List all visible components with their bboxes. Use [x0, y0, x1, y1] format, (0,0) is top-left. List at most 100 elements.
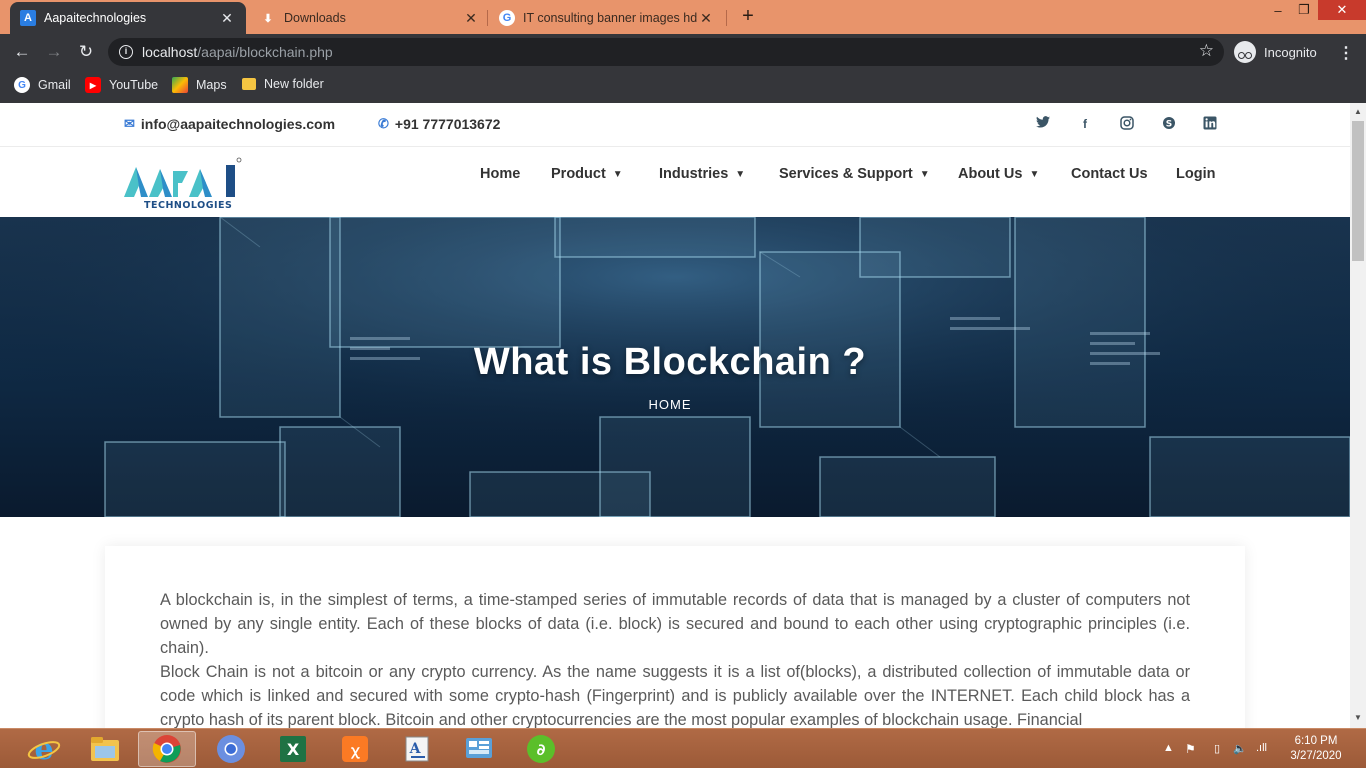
chrome-canary-icon[interactable]	[202, 731, 260, 767]
maps-icon	[172, 77, 188, 93]
tab-title: IT consulting banner images hd -	[523, 11, 697, 25]
email-text: info@aapaitechnologies.com	[140, 116, 336, 132]
skype-icon[interactable]: S	[1161, 116, 1177, 132]
bookmark-label: Maps	[196, 78, 227, 92]
chrome-icon[interactable]	[138, 731, 196, 767]
bookmark-maps[interactable]: Maps	[172, 77, 227, 93]
bookmark-label: YouTube	[109, 78, 159, 92]
page-viewport: ✉ info@aapaitechnologies.com ✆ +91 77770…	[0, 103, 1350, 728]
tab-separator	[726, 10, 727, 26]
show-hidden-icons-icon[interactable]: ▲	[1163, 742, 1174, 754]
site-favicon-icon: A	[20, 10, 36, 26]
url-host: localhost	[142, 44, 198, 60]
volume-icon[interactable]: 🔈	[1233, 742, 1247, 755]
nav-label: Product	[551, 166, 606, 182]
page-scrollbar[interactable]: ▲ ▼	[1350, 103, 1366, 728]
restore-button[interactable]: ❐	[1292, 0, 1316, 20]
svg-text:ꭓ: ꭓ	[350, 743, 360, 759]
network-icon[interactable]: .ıll	[1256, 742, 1267, 754]
system-clock[interactable]: 6:10 PM 3/27/2020	[1284, 734, 1348, 764]
tab-title: Aapaitechnologies	[44, 11, 147, 25]
bookmarks-bar: G Gmail ▶ YouTube Maps New folder	[0, 70, 1366, 103]
nav-industries[interactable]: Industries ▼	[659, 166, 745, 182]
bookmark-new-folder[interactable]: New folder	[242, 77, 324, 91]
download-icon: ⬇	[263, 12, 273, 25]
linkedin-icon[interactable]	[1202, 116, 1218, 132]
battery-icon[interactable]: ▯	[1214, 742, 1220, 755]
phone-link[interactable]: ✆ +91 7777013672	[378, 116, 500, 132]
internet-explorer-icon[interactable]: e	[26, 731, 62, 767]
main-navigation: TECHNOLOGIES Home Product ▼ Industries ▼ S…	[0, 147, 1350, 217]
nav-label: About Us	[958, 166, 1023, 182]
scrollbar-thumb[interactable]	[1352, 121, 1364, 261]
nav-label: Home	[480, 166, 521, 182]
site-logo[interactable]: TECHNOLOGIES	[122, 157, 244, 211]
svg-text:A: A	[409, 741, 422, 757]
instagram-icon[interactable]	[1119, 116, 1135, 132]
reload-button[interactable]: ↻	[75, 42, 97, 62]
tab-aapaitechnologies[interactable]: A Aapaitechnologies ✕	[10, 2, 246, 34]
incognito-icon	[1234, 41, 1256, 63]
scroll-down-icon[interactable]: ▼	[1354, 713, 1362, 722]
nav-label: Login	[1176, 166, 1216, 182]
breadcrumb-home[interactable]: HOME	[0, 397, 1340, 412]
nav-label: Industries	[659, 166, 729, 182]
chevron-down-icon: ▼	[735, 168, 746, 180]
excel-icon[interactable]: X	[264, 731, 322, 767]
clock-time: 6:10 PM	[1294, 735, 1338, 747]
youtube-icon: ▶	[85, 77, 101, 93]
minimize-button[interactable]: –	[1266, 0, 1290, 20]
svg-text:e: e	[34, 732, 53, 767]
svg-text:S: S	[1166, 120, 1172, 130]
bookmark-gmail[interactable]: G Gmail	[14, 77, 71, 93]
file-explorer-icon[interactable]	[76, 731, 134, 767]
scroll-up-icon[interactable]: ▲	[1354, 107, 1362, 116]
chevron-down-icon: ▼	[919, 168, 930, 180]
url-text: localhost/aapai/blockchain.php	[142, 44, 333, 60]
word-pad-icon[interactable]: A	[388, 731, 446, 767]
svg-text:X: X	[287, 740, 300, 759]
google-icon: G	[14, 77, 30, 93]
xampp-icon[interactable]: ꭓ	[326, 731, 384, 767]
close-window-button[interactable]: ✕	[1318, 0, 1366, 20]
tab-it-consulting[interactable]: G IT consulting banner images hd - ✕	[489, 2, 725, 34]
browser-toolbar: ← → ↻ i localhost/aapai/blockchain.php ☆…	[0, 34, 1366, 70]
chevron-down-icon: ▼	[612, 168, 623, 180]
nav-services-support[interactable]: Services & Support ▼	[779, 166, 930, 182]
app-green-icon[interactable]: ∂	[512, 731, 570, 767]
url-path: /aapai/blockchain.php	[197, 44, 333, 60]
close-icon[interactable]: ✕	[218, 10, 236, 27]
address-bar[interactable]: i localhost/aapai/blockchain.php ☆	[108, 38, 1224, 66]
tab-separator	[487, 10, 488, 26]
phone-icon: ✆	[378, 116, 389, 131]
incognito-indicator[interactable]: Incognito	[1234, 41, 1317, 63]
contact-topbar: ✉ info@aapaitechnologies.com ✆ +91 77770…	[0, 103, 1350, 147]
back-button[interactable]: ←	[11, 42, 33, 62]
forward-button[interactable]: →	[43, 42, 65, 62]
facebook-icon[interactable]: f	[1077, 116, 1093, 132]
windows-taskbar: e X ꭓ A ∂ ▲ ⚑ ▯ 🔈 .ıll 6:10 PM 3/27/2020	[0, 728, 1366, 768]
control-panel-icon[interactable]	[450, 731, 508, 767]
close-icon[interactable]: ✕	[697, 10, 715, 27]
close-icon[interactable]: ✕	[462, 10, 480, 27]
content-card: A blockchain is, in the simplest of term…	[105, 546, 1245, 728]
bookmark-youtube[interactable]: ▶ YouTube	[85, 77, 158, 93]
bookmark-label: New folder	[264, 77, 324, 91]
nav-product[interactable]: Product ▼	[551, 166, 623, 182]
email-link[interactable]: ✉ info@aapaitechnologies.com	[124, 116, 335, 132]
nav-contact-us[interactable]: Contact Us	[1071, 166, 1148, 182]
menu-icon[interactable]: ⋮	[1338, 43, 1354, 63]
twitter-icon[interactable]	[1035, 116, 1051, 132]
hero-banner: What is Blockchain ? HOME	[0, 217, 1350, 517]
info-icon[interactable]: i	[119, 45, 133, 59]
nav-home[interactable]: Home	[480, 166, 520, 182]
action-center-icon[interactable]: ⚑	[1185, 742, 1196, 756]
bookmark-star-icon[interactable]: ☆	[1199, 41, 1214, 61]
tab-title: Downloads	[284, 11, 346, 25]
nav-about-us[interactable]: About Us ▼	[958, 166, 1039, 182]
new-tab-button[interactable]: +	[737, 5, 759, 27]
envelope-icon: ✉	[124, 116, 135, 131]
tab-downloads[interactable]: ⬇ Downloads ✕	[250, 2, 490, 34]
nav-label: Contact Us	[1071, 166, 1148, 182]
nav-login[interactable]: Login	[1176, 166, 1215, 182]
